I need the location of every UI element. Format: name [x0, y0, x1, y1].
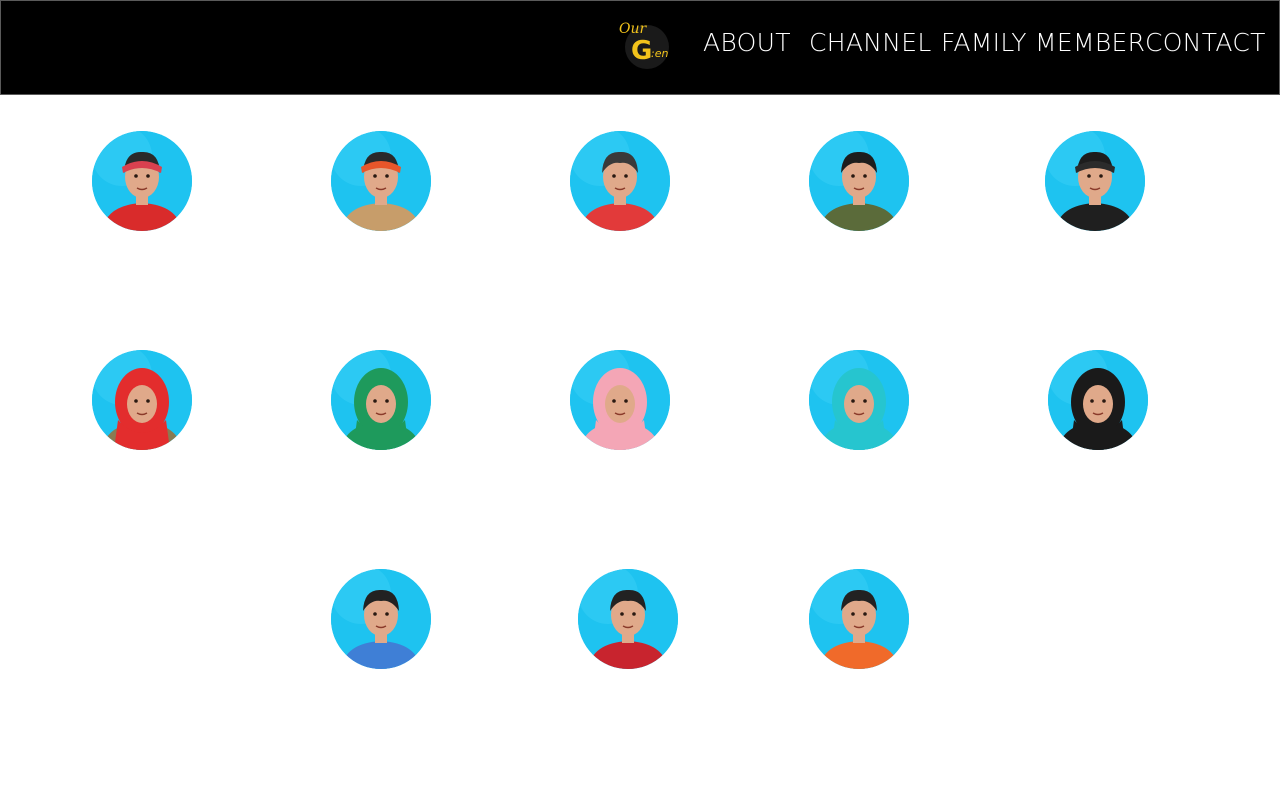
boy-blue-hoodie-avatar	[331, 569, 431, 669]
woman-black-hijab-heart-glasses-avatar	[1048, 350, 1148, 450]
man-black-bandana-avatar	[1045, 131, 1145, 231]
member-avatar-11[interactable]	[331, 569, 431, 669]
girl-teal-hijab-avatar	[809, 350, 909, 450]
member-avatar-10[interactable]	[1048, 350, 1148, 450]
member-avatar-13[interactable]	[809, 569, 909, 669]
woman-orange-turban-avatar	[331, 131, 431, 231]
member-avatar-7[interactable]	[331, 350, 431, 450]
top-navigation-bar: Our G :en ABOUT CHANNEL FAMILY MEMBER CO…	[0, 0, 1280, 95]
man-red-bandana-avatar	[92, 131, 192, 231]
boy-red-shirt-avatar	[578, 569, 678, 669]
nav-channel-link[interactable]: CHANNEL	[809, 27, 932, 59]
member-avatar-2[interactable]	[331, 131, 431, 231]
member-avatar-3[interactable]	[570, 131, 670, 231]
nav-family-member-link[interactable]: FAMILY MEMBER	[941, 27, 1145, 59]
member-avatar-8[interactable]	[570, 350, 670, 450]
young-man-camo-jacket-avatar	[809, 131, 909, 231]
girl-pink-hijab-avatar	[570, 350, 670, 450]
svg-text:Our: Our	[619, 21, 647, 37]
girl-red-hijab-avatar	[92, 350, 192, 450]
our-gen-logo-icon[interactable]: Our G :en	[615, 13, 675, 73]
girl-green-hijab-glasses-avatar	[331, 350, 431, 450]
member-avatar-12[interactable]	[578, 569, 678, 669]
member-avatar-4[interactable]	[809, 131, 909, 231]
member-avatar-1[interactable]	[92, 131, 192, 231]
member-avatar-9[interactable]	[809, 350, 909, 450]
boy-white-glasses-avatar	[570, 131, 670, 231]
little-boy-orange-shirt-avatar	[809, 569, 909, 669]
nav-contact-link[interactable]: CONTACT	[1145, 27, 1266, 59]
nav-about-link[interactable]: ABOUT	[703, 27, 791, 59]
member-avatar-5[interactable]	[1045, 131, 1145, 231]
member-avatar-6[interactable]	[92, 350, 192, 450]
svg-text::en: :en	[651, 47, 668, 60]
svg-text:G: G	[631, 36, 652, 66]
